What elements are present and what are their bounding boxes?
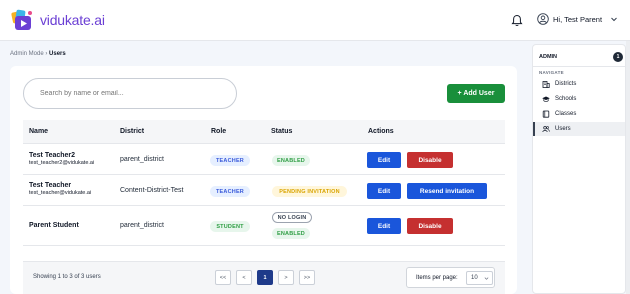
admin-sidebar: ADMIN 1 NAVIGATE Districts Schools Class… [532,44,626,294]
edit-button[interactable]: Edit [367,152,401,168]
header-district: District [120,128,145,135]
search-input[interactable] [40,90,220,97]
breadcrumb: Admin Mode › Users [10,51,66,57]
sidebar-header: ADMIN [539,54,558,60]
breadcrumb-separator: › [45,51,48,57]
user-email: test_teacher@vidukate.ai [29,190,92,196]
users-table: Name District Role Status Actions Test T… [23,120,505,246]
sidebar-item-districts[interactable]: Districts [533,77,625,91]
graduation-cap-icon [542,96,550,102]
book-icon [542,110,550,118]
prev-page-button[interactable]: < [236,270,252,285]
role-badge: TEACHER [210,155,250,166]
disable-button[interactable]: Disable [407,218,453,234]
district-cell: parent_district [120,156,164,163]
building-icon [542,81,550,88]
user-menu[interactable]: Hi, Test Parent [537,13,618,25]
user-cell: Test Teacher test_teacher@vidukate.ai [29,182,91,196]
table-row: Test Teacher2 test_teacher2@vidukate.ai … [23,144,505,175]
status-badge: ENABLED [272,228,310,239]
sidebar-item-label: Districts [555,81,577,87]
sidebar-section-label: NAVIGATE [539,70,564,75]
table-row: Test Teacher test_teacher@vidukate.ai Co… [23,175,505,206]
district-cell: parent_district [120,222,164,229]
search-box[interactable] [23,78,237,109]
district-cell: Content-District-Test [120,187,184,194]
disable-button[interactable]: Disable [407,152,453,168]
user-greeting: Hi, Test Parent [553,14,603,24]
sidebar-item-classes[interactable]: Classes [533,107,625,121]
sidebar-item-label: Users [555,126,571,132]
status-badge: ENABLED [272,155,310,166]
edit-button[interactable]: Edit [367,183,401,199]
first-page-button[interactable]: << [215,270,231,285]
header-actions: Actions [368,128,394,135]
user-icon [537,13,549,25]
items-per-page-label: Items per page: [416,275,458,281]
no-login-badge: NO LOGIN [272,212,312,223]
page-1-button[interactable]: 1 [257,270,273,285]
status-badge: PENDING INVITATION [272,186,347,197]
top-bar: vidukate.ai Hi, Test Parent [0,0,630,41]
header-name: Name [29,128,49,135]
sidebar-divider [533,66,625,67]
sidebar-count-badge: 1 [613,52,623,62]
user-name: Test Teacher [29,182,72,189]
sidebar-item-label: Schools [555,96,577,102]
header-status: Status [271,128,293,135]
table-footer: Showing 1 to 3 of 3 users << < 1 > >> It… [23,261,505,294]
sidebar-item-schools[interactable]: Schools [533,92,625,106]
page-scrollbar[interactable] [626,41,630,294]
next-page-button[interactable]: > [278,270,294,285]
header-role: Role [211,128,227,135]
resend-invitation-button[interactable]: Resend invitation [407,183,487,199]
users-card: + Add User Name District Role Status Act… [10,66,517,294]
sidebar-item-label: Classes [555,111,577,117]
table-header: Name District Role Status Actions [23,120,505,144]
role-badge: STUDENT [210,221,250,232]
items-per-page-select[interactable]: 10 [466,271,493,285]
edit-button[interactable]: Edit [367,218,401,234]
app-logo[interactable]: vidukate.ai [11,8,105,32]
notification-bell-icon[interactable] [511,14,523,27]
items-per-page-value: 10 [471,275,478,281]
user-name: Parent Student [29,222,79,229]
user-name: Test Teacher2 [29,152,76,159]
table-row: Parent Student parent_district STUDENT N… [23,206,505,246]
role-badge: TEACHER [210,186,250,197]
logo-icon [11,9,32,30]
breadcrumb-current: Users [49,51,66,57]
user-cell: Parent Student [29,222,79,229]
logo-text: vidukate.ai [40,12,105,28]
items-per-page: Items per page: 10 [406,267,495,288]
breadcrumb-admin-mode[interactable]: Admin Mode [10,51,44,57]
chevron-down-icon [484,277,489,280]
showing-count: Showing 1 to 3 of 3 users [33,274,101,280]
user-cell: Test Teacher2 test_teacher2@vidukate.ai [29,152,94,166]
last-page-button[interactable]: >> [299,270,315,285]
add-user-button[interactable]: + Add User [447,84,505,103]
sidebar-item-users[interactable]: Users [533,122,625,136]
user-email: test_teacher2@vidukate.ai [29,160,95,166]
users-icon [542,126,550,133]
chevron-down-icon [611,17,617,22]
